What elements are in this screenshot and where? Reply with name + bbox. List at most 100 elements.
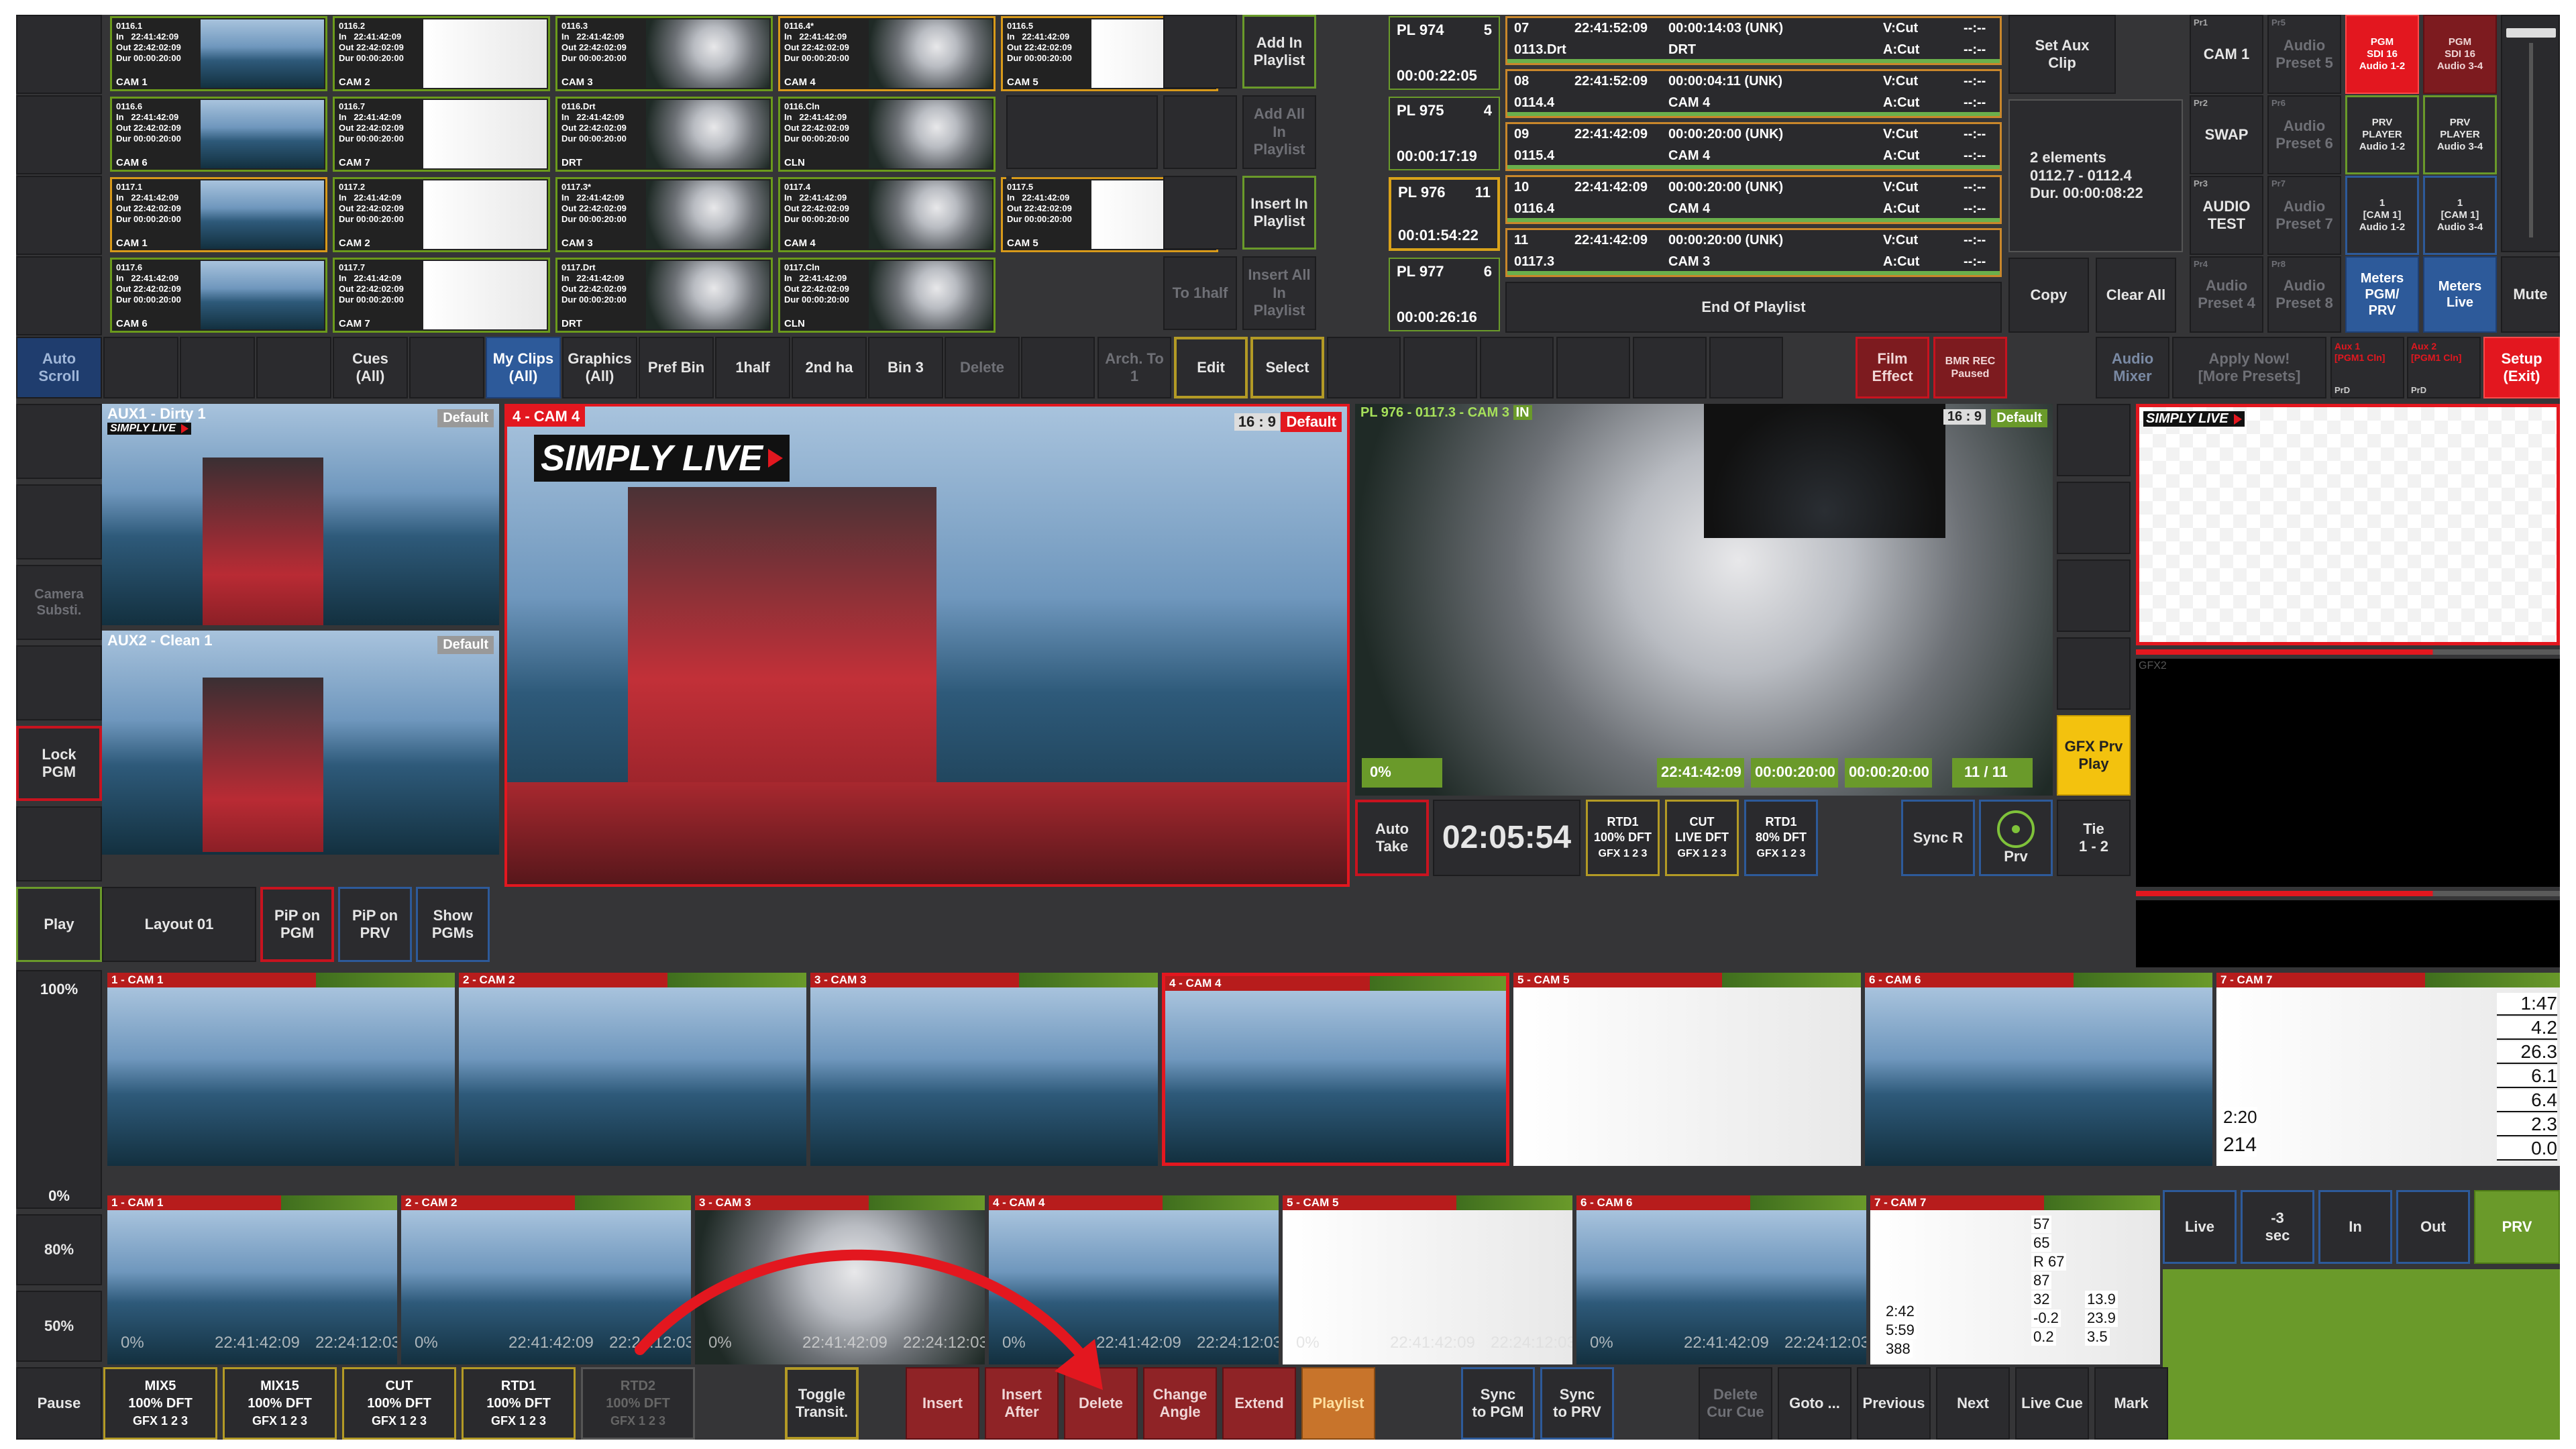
add-all-in-playlist-button[interactable]: Add All In Playlist [1242, 95, 1316, 169]
bin-3-button[interactable]: Bin 3 [868, 337, 943, 398]
audio-preset-6-button[interactable]: Audio Preset 6 Pr6 [2267, 95, 2341, 174]
playlist-item[interactable]: 11 22:41:42:09 00:00:20:00 (UNK) V:Cut --:--… [1505, 228, 2002, 277]
playlist-item[interactable]: 09 22:41:42:09 00:00:20:00 (UNK) V:Cut --:--… [1505, 122, 2002, 171]
empty-slot[interactable] [16, 15, 102, 94]
camera-view[interactable]: 2 - CAM 2 [459, 973, 806, 1166]
set-aux-clip-button[interactable]: Set Aux Clip [2008, 15, 2116, 94]
audio-preset-4-button[interactable]: Audio Preset 4 Pr4 [2190, 256, 2263, 333]
empty-slot[interactable] [2057, 637, 2131, 710]
mute-button[interactable]: Mute [2501, 256, 2560, 333]
lock-pgm-button[interactable]: Lock PGM [16, 726, 102, 801]
empty-slot[interactable] [1709, 337, 1783, 398]
minus-3-sec-button[interactable]: -3 sec [2241, 1190, 2314, 1264]
insert-button[interactable]: Insert [906, 1367, 979, 1440]
empty-slot[interactable] [1163, 15, 1237, 89]
next-button[interactable]: Next [1936, 1367, 2010, 1440]
sync-to-prv-button[interactable]: Sync to PRV [1540, 1367, 1614, 1440]
sync-to-pgm-button[interactable]: Sync to PGM [1461, 1367, 1535, 1440]
camera-view[interactable]: 5 - CAM 5 [1513, 973, 1861, 1166]
empty-slot[interactable] [1480, 337, 1554, 398]
empty-slot[interactable] [1633, 337, 1707, 398]
change-angle-button[interactable]: Change Angle [1143, 1367, 1217, 1440]
audio-preset-5-button[interactable]: Audio Preset 5 Pr5 [2267, 15, 2341, 94]
speed-50-button[interactable]: 50% [16, 1291, 102, 1362]
empty-slot[interactable] [256, 337, 331, 398]
empty-slot[interactable] [1163, 95, 1237, 169]
camera-view[interactable]: 7 - CAM 7 57 65 R 67 87 32 13.9 -0.2 23.9 0.2 3.5 2… [1870, 1195, 2160, 1364]
empty-slot[interactable] [1556, 337, 1630, 398]
gfx-prv-play-button[interactable]: GFX Prv Play [2057, 715, 2131, 796]
clip-tile[interactable]: 0116.2 In 22:41:42:09 Out 22:42:02:09 Du… [333, 16, 550, 91]
delete-bin-button[interactable]: Delete [945, 337, 1020, 398]
camera-view[interactable]: 5 - CAM 5 0% 22:41:42:09 22:24:12:03 [1283, 1195, 1572, 1364]
playlist-item[interactable]: 10 22:41:42:09 00:00:20:00 (UNK) V:Cut --:--… [1505, 175, 2002, 224]
playlist-item[interactable]: 07 22:41:52:09 00:00:14:03 (UNK) V:Cut --:--… [1505, 16, 2002, 65]
empty-slot[interactable] [180, 337, 255, 398]
audio-fader[interactable] [2501, 15, 2560, 252]
edit-button[interactable]: Edit [1174, 337, 1248, 398]
playlist-box[interactable]: PL 974 5 00:00:22:05 [1389, 16, 1500, 90]
pgm-audio-3-4-button[interactable]: PGM SDI 16 Audio 3-4 [2423, 15, 2497, 94]
previous-button[interactable]: Previous [1857, 1367, 1931, 1440]
delete-clip-button[interactable]: Delete [1064, 1367, 1138, 1440]
clip-tile[interactable]: 0117.3* In 22:41:42:09 Out 22:42:02:09 D… [555, 177, 773, 252]
empty-slot[interactable] [16, 404, 102, 479]
extend-button[interactable]: Extend [1222, 1367, 1296, 1440]
rtd1-100-transition-button[interactable]: RTD1 100% DFT GFX 1 2 3 [462, 1367, 576, 1440]
clip-tile[interactable]: 0116.Drt In 22:41:42:09 Out 22:42:02:09 … [555, 97, 773, 172]
cut-transition-button[interactable]: CUT LIVE DFT GFX 1 2 3 [1665, 800, 1739, 876]
cam1-preset-button[interactable]: CAM 1 Pr1 [2190, 15, 2263, 94]
insert-in-playlist-button[interactable]: Insert In Playlist [1242, 176, 1316, 250]
empty-slot[interactable] [1327, 337, 1401, 398]
rtd2-transition-button[interactable]: RTD2 100% DFT GFX 1 2 3 [581, 1367, 695, 1440]
clip-tile[interactable]: 0117.6 In 22:41:42:09 Out 22:42:02:09 Du… [110, 258, 327, 333]
camera-view[interactable]: 7 - CAM 7 1:47 4.2 26.3 6.1 6.4 2.3 0.0 2:20 214 [2216, 973, 2560, 1166]
goto-button[interactable]: Goto ... [1778, 1367, 1851, 1440]
audio-mixer-button[interactable]: Audio Mixer [2096, 337, 2169, 398]
empty-slot[interactable] [1021, 337, 1095, 398]
clip-tile[interactable]: 0116.Cln In 22:41:42:09 Out 22:42:02:09 … [778, 97, 996, 172]
prv-audio-1-2-button[interactable]: PRV PLAYER Audio 1-2 [2345, 95, 2419, 174]
cam1-audio-1-2-button[interactable]: 1 [CAM 1] Audio 1-2 [2345, 176, 2419, 255]
show-pgms-button[interactable]: Show PGMs [416, 887, 490, 962]
graphics-button[interactable]: Graphics (All) [562, 337, 637, 398]
aux1-button[interactable]: Aux 1 [PGM1 Cln] PrD [2330, 337, 2404, 398]
camera-view[interactable]: 3 - CAM 3 [810, 973, 1158, 1166]
select-button[interactable]: Select [1250, 337, 1324, 398]
copy-button[interactable]: Copy [2008, 258, 2089, 333]
mark-button[interactable]: Mark [2094, 1367, 2168, 1440]
bmr-rec-button[interactable]: BMR REC Paused [1933, 337, 2007, 398]
live-button[interactable]: Live [2163, 1190, 2237, 1264]
cam1-audio-3-4-button[interactable]: 1 [CAM 1] Audio 3-4 [2423, 176, 2497, 255]
rtd1-80-transition-button[interactable]: RTD1 80% DFT GFX 1 2 3 [1744, 800, 1818, 876]
empty-slot[interactable] [1403, 337, 1477, 398]
empty-slot[interactable] [1006, 95, 1158, 169]
clip-tile[interactable]: 0117.1 In 22:41:42:09 Out 22:42:02:09 Du… [110, 177, 327, 252]
camera-view[interactable]: 4 - CAM 4 0% 22:41:42:09 22:24:12:03 [989, 1195, 1279, 1364]
empty-slot[interactable] [16, 95, 102, 174]
audio-preset-7-button[interactable]: Audio Preset 7 Pr7 [2267, 176, 2341, 255]
empty-slot[interactable] [16, 645, 102, 720]
cut-100-transition-button[interactable]: CUT 100% DFT GFX 1 2 3 [342, 1367, 456, 1440]
swap-button[interactable]: SWAP Pr2 [2190, 95, 2263, 174]
my-clips-button[interactable]: My Clips (All) [486, 337, 561, 398]
empty-slot[interactable] [409, 337, 484, 398]
out-button[interactable]: Out [2396, 1190, 2470, 1264]
in-button[interactable]: In [2318, 1190, 2392, 1264]
setup-exit-button[interactable]: Setup (Exit) [2483, 337, 2560, 398]
tie-1-2-button[interactable]: Tie 1 - 2 [2057, 800, 2131, 876]
pip-on-prv-button[interactable]: PiP on PRV [338, 887, 412, 962]
fader-handle[interactable] [2506, 28, 2556, 38]
meters-pgm-prv-button[interactable]: Meters PGM/ PRV [2345, 256, 2419, 333]
toggle-transition-button[interactable]: Toggle Transit. [785, 1367, 859, 1440]
clip-tile[interactable]: 0117.4 In 22:41:42:09 Out 22:42:02:09 Du… [778, 177, 996, 252]
cues-all-button[interactable]: Cues (All) [333, 337, 408, 398]
speed-80-button[interactable]: 80% [16, 1214, 102, 1285]
camera-view[interactable]: 1 - CAM 1 0% 22:41:42:09 22:24:12:03 [107, 1195, 397, 1364]
playlist-box[interactable]: PL 976 11 00:01:54:22 [1389, 177, 1500, 251]
live-cue-button[interactable]: Live Cue [2015, 1367, 2089, 1440]
pgm-audio-1-2-button[interactable]: PGM SDI 16 Audio 1-2 [2345, 15, 2419, 94]
camera-view[interactable]: 1 - CAM 1 [107, 973, 455, 1166]
play-button[interactable]: Play [16, 887, 102, 962]
camera-view[interactable]: 3 - CAM 3 0% 22:41:42:09 22:24:12:03 [695, 1195, 985, 1364]
